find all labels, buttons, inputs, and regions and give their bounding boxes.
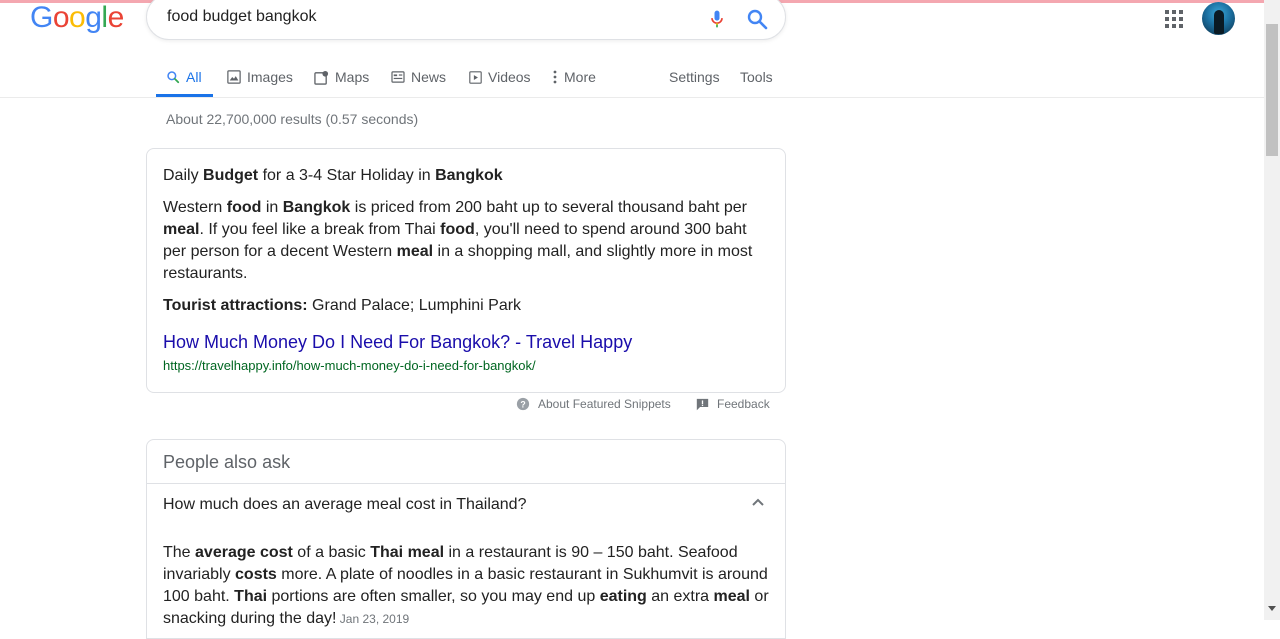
search-input[interactable]: [167, 8, 687, 26]
tab-all[interactable]: All: [166, 57, 202, 97]
paa-answer-segment: The: [163, 544, 196, 561]
snippet-heading-segment: for a 3-4 Star Holiday in: [258, 167, 436, 184]
more-vertical-icon: [553, 70, 557, 84]
feedback-link[interactable]: Feedback: [696, 397, 770, 411]
tab-maps[interactable]: Maps: [314, 57, 369, 97]
snippet-body: Western food in Bangkok is priced from 2…: [163, 197, 763, 285]
people-also-ask: People also ask How much does an average…: [146, 439, 786, 639]
feedback-label: Feedback: [717, 397, 770, 411]
tab-tools[interactable]: Tools: [740, 57, 773, 97]
paa-answer-segment: of a basic: [292, 544, 371, 561]
chevron-up-icon[interactable]: [749, 494, 767, 512]
paa-answer: The average cost of a basic Thai meal in…: [163, 542, 771, 630]
logo-letter: o: [52, 1, 70, 34]
featured-snippet: Daily Budget for a 3-4 Star Holiday in B…: [146, 148, 786, 393]
paa-divider: [147, 483, 785, 484]
tab-images[interactable]: Images: [227, 57, 293, 97]
logo-letter: g: [85, 1, 102, 34]
logo-letter: e: [107, 1, 125, 34]
snippet-link-title[interactable]: How Much Money Do I Need For Bangkok? - …: [163, 332, 632, 353]
tab-videos-label: Videos: [488, 69, 531, 85]
tab-videos[interactable]: Videos: [469, 57, 531, 97]
snippet-body-segment: Western: [163, 199, 227, 216]
tab-tools-label: Tools: [740, 69, 773, 85]
snippet-body-segment: meal: [396, 243, 434, 260]
feedback-icon: [696, 398, 709, 410]
image-icon: [227, 70, 241, 84]
tab-news-label: News: [411, 69, 447, 85]
microphone-icon[interactable]: [707, 7, 727, 31]
about-featured-snippets-label: About Featured Snippets: [538, 397, 671, 411]
paa-answer-segment: eating: [599, 588, 647, 605]
logo-letter: o: [69, 1, 86, 34]
header-divider: [0, 97, 1264, 98]
scrollbar-thumb[interactable]: [1266, 24, 1278, 156]
snippet-body-segment: meal: [163, 221, 200, 238]
paa-answer-segment: Thai meal: [370, 544, 445, 561]
search-icon: [167, 71, 180, 84]
search-icon[interactable]: [745, 7, 769, 31]
google-logo[interactable]: Google: [30, 0, 124, 36]
tab-news[interactable]: News: [391, 57, 446, 97]
attractions-value: Grand Palace; Lumphini Park: [307, 297, 522, 314]
attractions-label: Tourist attractions:: [163, 297, 308, 314]
news-icon: [391, 71, 405, 83]
snippet-heading-segment: Daily: [163, 167, 204, 184]
snippet-link-url[interactable]: https://travelhappy.info/how-much-money-…: [163, 358, 536, 373]
tab-images-label: Images: [247, 69, 293, 85]
video-play-icon: [469, 70, 482, 84]
paa-answer-date: Jan 23, 2019: [336, 612, 410, 626]
snippet-body-segment: is priced from 200 baht up to several th…: [350, 199, 747, 216]
paa-answer-segment: costs: [235, 566, 277, 583]
tab-more[interactable]: More: [552, 57, 596, 97]
snippet-heading: Daily Budget for a 3-4 Star Holiday in B…: [163, 167, 503, 185]
map-pin-icon: [314, 70, 329, 85]
paa-answer-segment: an extra: [646, 588, 714, 605]
paa-answer-segment: Thai: [234, 588, 268, 605]
search-box[interactable]: [146, 0, 786, 40]
snippet-heading-segment: Budget: [203, 167, 259, 184]
snippet-attractions: Tourist attractions: Grand Palace; Lumph…: [163, 297, 521, 315]
snippet-body-segment: . If you feel like a break from Thai: [199, 221, 441, 238]
paa-answer-segment: average cost: [195, 544, 293, 561]
result-stats: About 22,700,000 results (0.57 seconds): [166, 111, 419, 127]
tab-all-label: All: [186, 69, 202, 85]
snippet-body-segment: Bangkok: [282, 199, 351, 216]
tab-settings[interactable]: Settings: [669, 57, 720, 97]
tab-more-label: More: [564, 69, 596, 85]
logo-letter: G: [30, 1, 53, 34]
snippet-body-segment: in: [261, 199, 283, 216]
snippet-body-segment: food: [440, 221, 475, 238]
help-circle-icon: ?: [516, 397, 530, 411]
scroll-down-arrow-icon[interactable]: [1268, 606, 1276, 611]
account-avatar[interactable]: [1202, 2, 1235, 35]
avatar-figure: [1214, 10, 1224, 34]
paa-question[interactable]: How much does an average meal cost in Th…: [163, 496, 526, 514]
page-scrollbar[interactable]: [1264, 0, 1280, 620]
about-featured-snippets[interactable]: ? About Featured Snippets: [516, 397, 671, 411]
paa-answer-segment: meal: [713, 588, 750, 605]
svg-text:?: ?: [520, 400, 525, 410]
apps-grid-icon[interactable]: [1164, 9, 1184, 29]
snippet-body-segment: food: [226, 199, 262, 216]
snippet-heading-segment: Bangkok: [435, 167, 503, 184]
paa-answer-segment: portions are often smaller, so you may e…: [267, 588, 600, 605]
tab-settings-label: Settings: [669, 69, 720, 85]
paa-title: People also ask: [163, 452, 291, 472]
tab-maps-label: Maps: [335, 69, 370, 85]
